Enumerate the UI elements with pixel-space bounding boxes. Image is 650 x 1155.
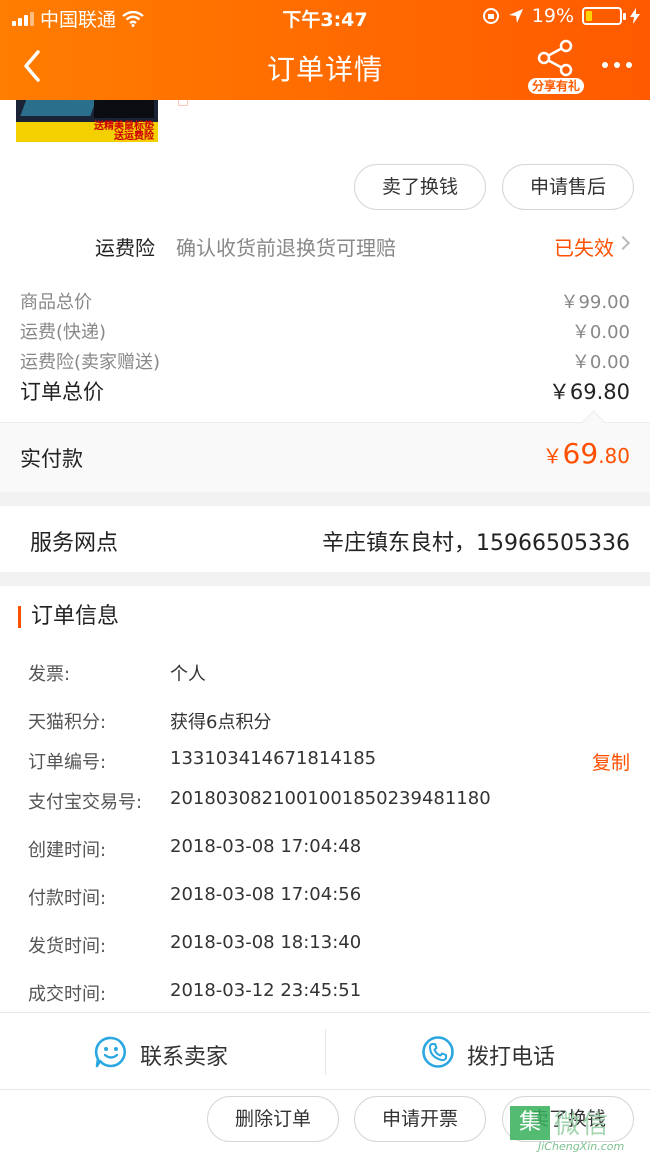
orientation-lock-icon [482, 8, 499, 24]
call-phone-button[interactable]: 拨打电话 [325, 1013, 650, 1091]
info-label: 付款时间: [28, 888, 107, 909]
status-right: 19% [482, 5, 640, 27]
fee-label: 运费(快递) [20, 322, 107, 343]
info-value: 2018-03-08 17:04:48 [170, 836, 362, 857]
nav-bar: 订单详情 分享有礼 [0, 32, 650, 100]
info-label: 订单编号: [28, 752, 107, 773]
info-value: 获得6点积分 [170, 712, 272, 733]
info-label: 创建时间: [28, 840, 107, 861]
paid-decimal: .80 [598, 444, 630, 468]
more-dot [614, 62, 620, 68]
contact-bar: 联系卖家 拨打电话 [0, 1012, 650, 1090]
paid-currency: ￥ [542, 444, 563, 468]
fee-value: ￥0.00 [571, 352, 630, 373]
info-label: 成交时间: [28, 984, 107, 1005]
delete-order-button[interactable]: 删除订单 [207, 1096, 339, 1142]
battery-icon [582, 7, 626, 25]
info-value: 2018-03-08 17:04:56 [170, 884, 362, 905]
watermark-icon: 集 [510, 1106, 550, 1140]
more-dot [602, 62, 608, 68]
watermark-logo: 集 微信 JiChengXin.com [510, 1102, 646, 1155]
paid-value: ￥69.80 [543, 437, 630, 470]
battery-percent: 19% [531, 5, 574, 27]
watermark-url: JiChengXin.com [538, 1140, 625, 1153]
order-info-section: 订单信息 发票: 个人 天猫积分: 获得6点积分 订单编号: 133103414… [0, 586, 650, 1012]
contact-seller-button[interactable]: 联系卖家 [0, 1013, 325, 1091]
apply-invoice-button[interactable]: 申请开票 [354, 1096, 486, 1142]
mousepad-image [94, 100, 154, 118]
info-value: 133103414671814185 [170, 748, 377, 769]
fee-label: 运费险(卖家赠送) [20, 352, 161, 373]
fee-value: ￥99.00 [560, 292, 630, 313]
order-total-value: ￥69.80 [548, 380, 630, 404]
more-menu-button[interactable] [602, 62, 632, 68]
charging-bolt-icon [630, 8, 640, 24]
call-phone-label: 拨打电话 [467, 1045, 556, 1070]
status-bar: 中国联通 下午3:47 19% [0, 0, 650, 32]
sell-for-cash-button[interactable]: 卖了换钱 [354, 164, 486, 210]
product-thumbnail[interactable]: 送精美鼠标垫 送运费险 [16, 94, 158, 142]
insurance-desc: 确认收货前退换货可理赔 [176, 236, 396, 260]
paid-label: 实付款 [20, 447, 83, 471]
apply-after-sale-button[interactable]: 申请售后 [502, 164, 634, 210]
service-point-label: 服务网点 [30, 531, 119, 556]
paid-amount-row: 实付款 ￥69.80 [0, 422, 650, 492]
promo-tag: 送精美鼠标垫 送运费险 [16, 122, 158, 142]
insurance-label: 运费险 [95, 236, 155, 260]
insurance-status: 已失效 [554, 236, 614, 260]
copy-button[interactable]: 复制 [592, 748, 630, 775]
fee-row: 商品总价 ￥99.00 [20, 288, 630, 314]
service-point-value: 辛庄镇东良村，15966505336 [322, 531, 630, 556]
info-label: 发货时间: [28, 936, 107, 957]
battery-fill [586, 11, 592, 21]
fee-row: 运费险(卖家赠送) ￥0.00 [20, 348, 630, 374]
share-label: 分享有礼 [528, 78, 584, 94]
watermark-text: 微信 [554, 1110, 611, 1140]
chevron-right-icon [615, 235, 631, 251]
location-arrow-icon [508, 9, 523, 23]
fee-value: ￥0.00 [571, 322, 630, 343]
promo-text-2: 送运费险 [114, 131, 154, 142]
info-value: 个人 [170, 664, 206, 685]
info-label: 支付宝交易号: [28, 792, 143, 813]
paid-integer: 69 [562, 437, 599, 470]
chat-bubble-icon [94, 1036, 127, 1068]
more-dot [626, 62, 632, 68]
fee-row: 运费(快递) ￥0.00 [20, 318, 630, 344]
order-summary-card: 送精美鼠标垫 送运费险 卖了换钱 申请售后 运费险 确认收货前退换货可理赔 已失… [0, 92, 650, 492]
fee-label: 商品总价 [20, 292, 92, 313]
info-value: 2018030821001001850239481180 [170, 788, 491, 809]
phone-icon [422, 1036, 454, 1068]
info-value: 2018-03-12 23:45:51 [170, 980, 362, 1001]
order-total-label: 订单总价 [20, 380, 104, 404]
top-bar: 中国联通 下午3:47 19% 订单详情 分享有礼 [0, 0, 650, 100]
info-value: 2018-03-08 18:13:40 [170, 932, 362, 953]
contact-seller-label: 联系卖家 [140, 1045, 229, 1070]
info-label: 天猫积分: [28, 712, 107, 733]
section-title: 订单信息 [18, 606, 119, 628]
share-icon [537, 39, 573, 77]
share-button[interactable]: 分享有礼 [528, 38, 584, 96]
service-point-row: 服务网点 辛庄镇东良村，15966505336 [0, 506, 650, 572]
info-label: 发票: [28, 664, 71, 685]
order-total-row: 订单总价 ￥69.80 [20, 376, 630, 406]
shipping-insurance-row[interactable]: 运费险 确认收货前退换货可理赔 已失效 [0, 222, 650, 266]
